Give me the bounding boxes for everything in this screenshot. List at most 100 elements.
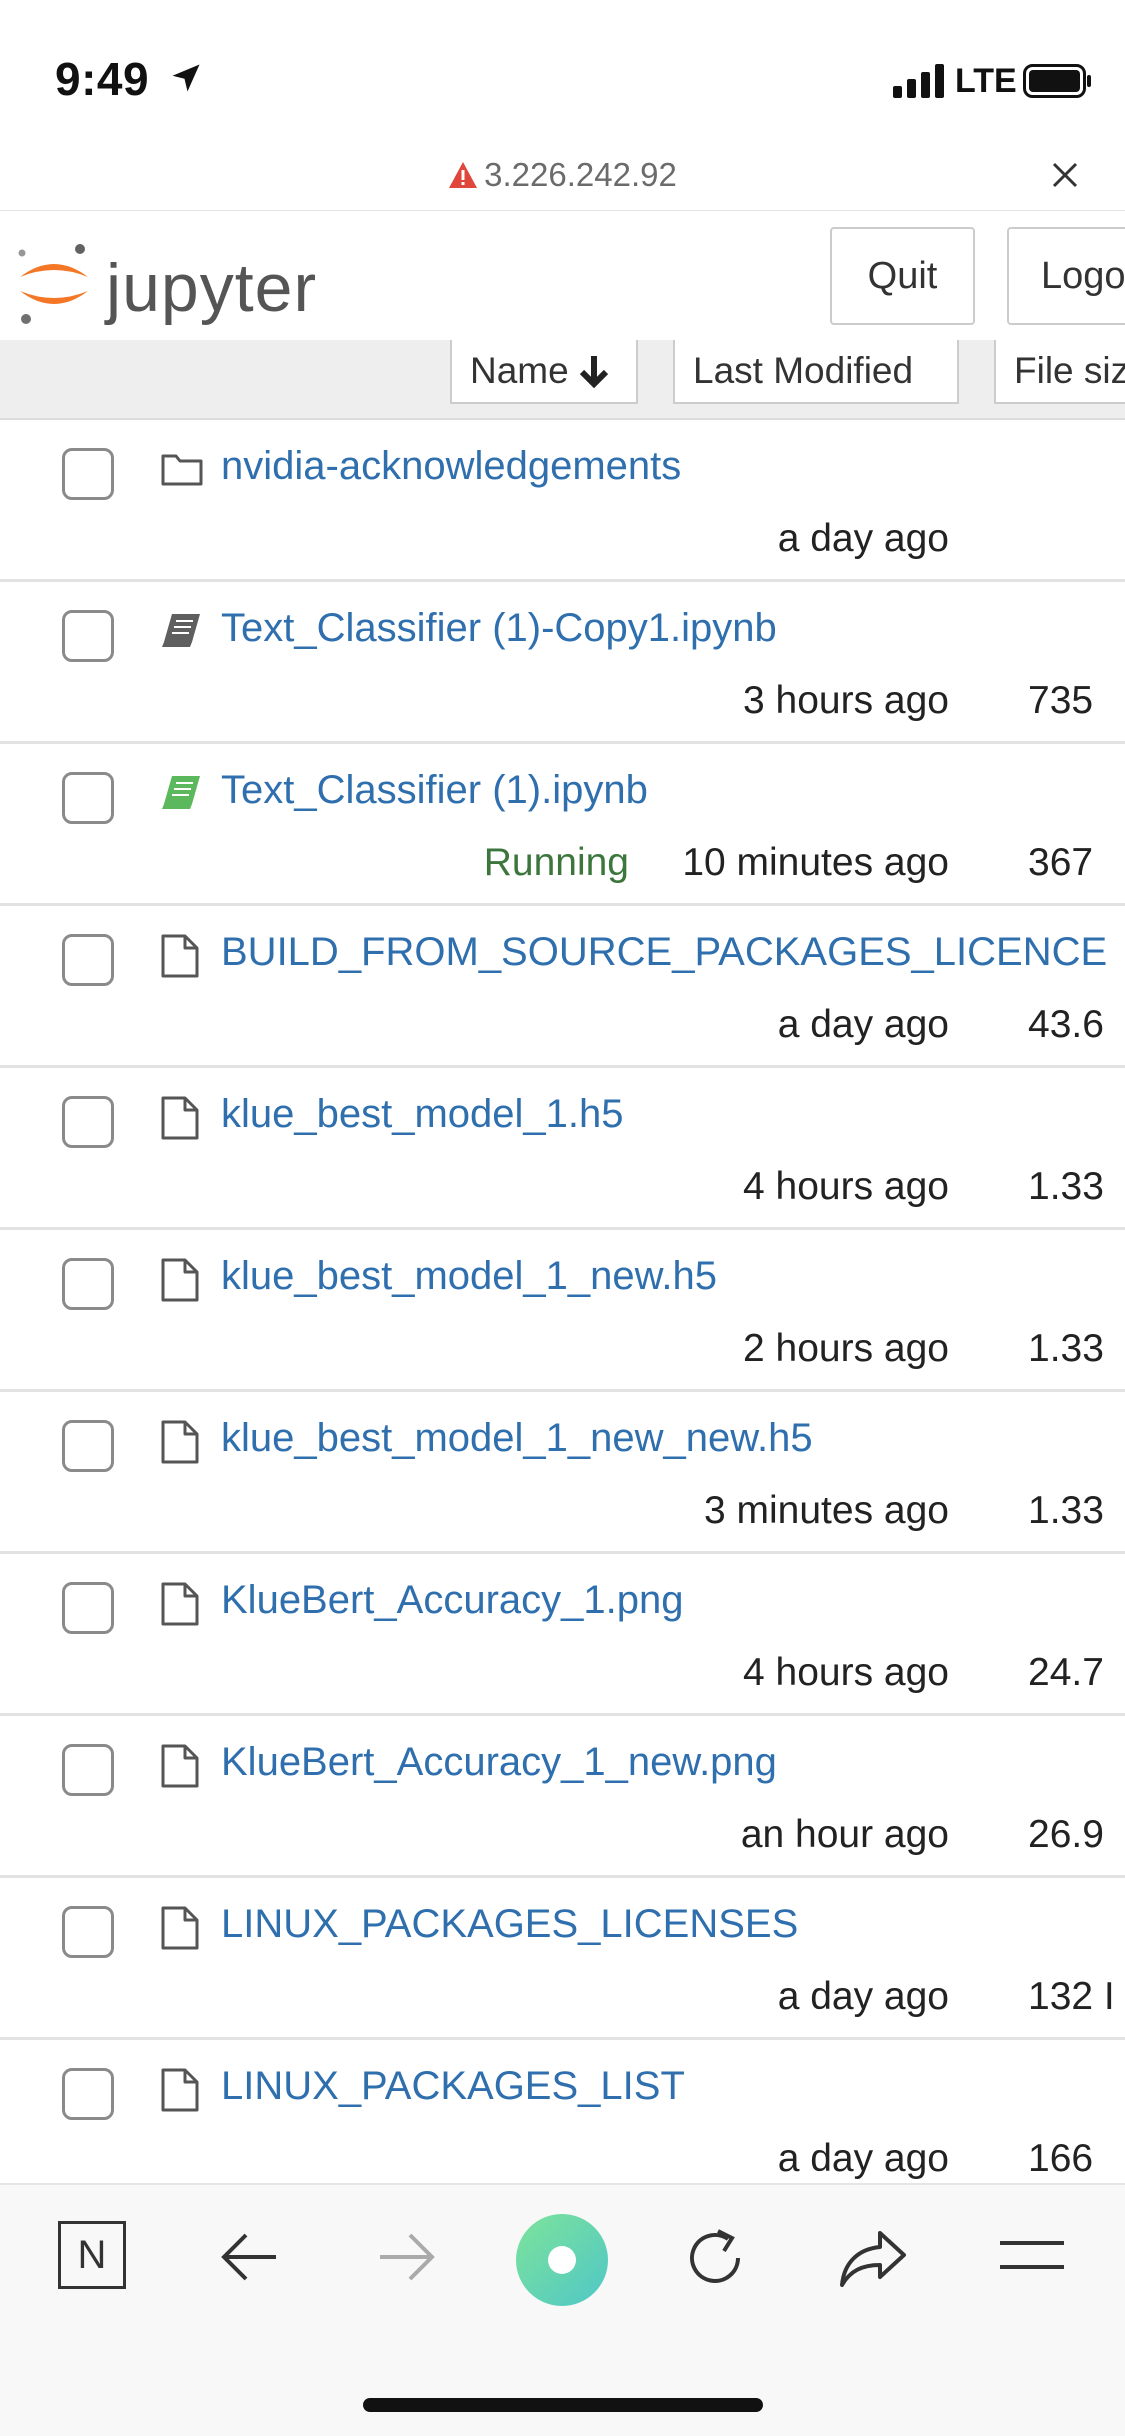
list-item[interactable]: nvidia-acknowledgements a day ago: [0, 420, 1125, 582]
last-modified: a day ago: [777, 1003, 949, 1046]
logout-button[interactable]: Logo: [1007, 227, 1125, 325]
running-status: Running: [483, 841, 629, 884]
file-name-link[interactable]: LINUX_PACKAGES_LICENSES: [221, 1902, 798, 1947]
quit-button[interactable]: Quit: [830, 227, 975, 325]
file-size: 26.9: [1028, 1813, 1104, 1856]
notebook-icon: [162, 614, 200, 647]
file-icon: [161, 1906, 199, 1950]
row-checkbox[interactable]: [62, 1906, 114, 1958]
file-icon: [161, 2068, 199, 2112]
file-size: 1.33: [1028, 1489, 1104, 1532]
last-modified: 3 minutes ago: [704, 1489, 949, 1532]
row-checkbox[interactable]: [62, 934, 114, 986]
file-list: nvidia-acknowledgements a day ago Text_C…: [0, 420, 1125, 2183]
file-name-link[interactable]: Text_Classifier (1)-Copy1.ipynb: [221, 606, 777, 651]
sort-bar: Name Last Modified File siz: [0, 340, 1125, 420]
file-name-link[interactable]: nvidia-acknowledgements: [221, 444, 681, 489]
file-icon: [161, 1582, 199, 1626]
url-display[interactable]: 3.226.242.92: [0, 156, 1125, 194]
file-name-link[interactable]: KlueBert_Accuracy_1.png: [221, 1578, 684, 1623]
file-size: 1.33: [1028, 1327, 1104, 1370]
close-icon[interactable]: [1048, 158, 1082, 192]
last-modified: 4 hours ago: [743, 1651, 949, 1694]
list-item[interactable]: LINUX_PACKAGES_LICENSES a day ago 132 I: [0, 1878, 1125, 2040]
file-name-link[interactable]: KlueBert_Accuracy_1_new.png: [221, 1740, 777, 1785]
row-checkbox[interactable]: [62, 1582, 114, 1634]
sort-modified-label: Last Modified: [693, 350, 914, 391]
jupyter-header: jupyter Quit Logo: [0, 210, 1125, 340]
row-checkbox[interactable]: [62, 2068, 114, 2120]
file-size: 166: [1028, 2137, 1094, 2180]
file-icon: [161, 1096, 199, 1140]
tabs-label: N: [77, 2232, 107, 2277]
list-item[interactable]: klue_best_model_1_new_new.h5 3 minutes a…: [0, 1392, 1125, 1554]
file-icon: [161, 1420, 199, 1464]
file-name-link[interactable]: Text_Classifier (1).ipynb: [221, 768, 648, 813]
last-modified: 4 hours ago: [743, 1165, 949, 1208]
last-modified: 10 minutes ago: [682, 841, 949, 884]
row-checkbox[interactable]: [62, 1258, 114, 1310]
file-size: 1.33: [1028, 1165, 1104, 1208]
file-icon: [161, 934, 199, 978]
menu-icon[interactable]: [998, 2235, 1066, 2275]
tabs-button[interactable]: N: [58, 2221, 126, 2289]
forward-arrow-icon[interactable]: [374, 2229, 438, 2285]
share-icon[interactable]: [838, 2227, 908, 2291]
home-indicator: [363, 2398, 763, 2412]
warning-icon: [449, 162, 478, 188]
file-name-link[interactable]: klue_best_model_1.h5: [221, 1092, 624, 1137]
file-size: 132 I: [1028, 1975, 1115, 2018]
jupyter-wordmark: jupyter: [106, 250, 318, 326]
row-checkbox[interactable]: [62, 448, 114, 500]
file-name-link[interactable]: klue_best_model_1_new_new.h5: [221, 1416, 813, 1461]
list-item[interactable]: KlueBert_Accuracy_1.png 4 hours ago 24.7: [0, 1554, 1125, 1716]
jupyter-logo-icon: [18, 244, 88, 324]
last-modified: a day ago: [777, 1975, 949, 2018]
file-size: 735: [1028, 679, 1094, 722]
sort-name-label: Name: [470, 350, 569, 391]
file-name-link[interactable]: BUILD_FROM_SOURCE_PACKAGES_LICENCE: [221, 930, 1107, 975]
file-size: 43.6: [1028, 1003, 1104, 1046]
network-type: LTE: [955, 62, 1017, 100]
row-checkbox[interactable]: [62, 772, 114, 824]
sort-by-name-button[interactable]: Name: [450, 340, 638, 404]
last-modified: 2 hours ago: [743, 1327, 949, 1370]
file-size: 24.7: [1028, 1651, 1104, 1694]
folder-icon: [161, 454, 203, 486]
sort-size-label: File siz: [1014, 350, 1125, 391]
last-modified: an hour ago: [740, 1813, 949, 1856]
address-bar[interactable]: 3.226.242.92: [0, 150, 1125, 210]
list-item[interactable]: BUILD_FROM_SOURCE_PACKAGES_LICENCE a day…: [0, 906, 1125, 1068]
file-icon: [161, 1258, 199, 1302]
back-arrow-icon[interactable]: [218, 2229, 282, 2285]
row-checkbox[interactable]: [62, 1096, 114, 1148]
clock: 9:49: [55, 53, 150, 105]
cellular-signal-icon: [893, 64, 944, 98]
list-item[interactable]: LINUX_PACKAGES_LIST a day ago 166: [0, 2040, 1125, 2183]
row-checkbox[interactable]: [62, 1420, 114, 1472]
list-item[interactable]: KlueBert_Accuracy_1_new.png an hour ago …: [0, 1716, 1125, 1878]
sort-by-modified-button[interactable]: Last Modified: [673, 340, 959, 404]
location-arrow-icon: [172, 64, 200, 92]
sort-by-size-button[interactable]: File siz: [994, 340, 1125, 404]
file-name-link[interactable]: klue_best_model_1_new.h5: [221, 1254, 717, 1299]
last-modified: a day ago: [777, 517, 949, 560]
list-item[interactable]: klue_best_model_1_new.h5 2 hours ago 1.3…: [0, 1230, 1125, 1392]
last-modified: 3 hours ago: [743, 679, 949, 722]
list-item[interactable]: Text_Classifier (1)-Copy1.ipynb 3 hours …: [0, 582, 1125, 744]
row-checkbox[interactable]: [62, 610, 114, 662]
status-bar: 9:49 LTE: [0, 0, 1125, 150]
file-icon: [161, 1744, 199, 1788]
assistant-orb-icon[interactable]: [515, 2213, 609, 2307]
running-notebook-icon: [162, 776, 200, 809]
url-text: 3.226.242.92: [484, 156, 677, 193]
battery-icon: [1023, 64, 1091, 98]
reload-icon[interactable]: [682, 2225, 748, 2291]
file-name-link[interactable]: LINUX_PACKAGES_LIST: [221, 2064, 685, 2109]
jupyter-logo[interactable]: jupyter: [14, 229, 394, 329]
list-item[interactable]: Text_Classifier (1).ipynb Running 10 min…: [0, 744, 1125, 906]
list-item[interactable]: klue_best_model_1.h5 4 hours ago 1.33: [0, 1068, 1125, 1230]
row-checkbox[interactable]: [62, 1744, 114, 1796]
file-size: 367: [1028, 841, 1094, 884]
arrow-down-icon: [579, 356, 608, 389]
